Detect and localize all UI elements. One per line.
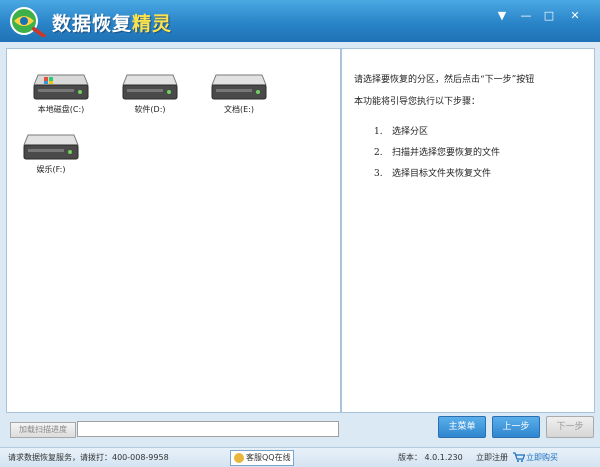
step-text: 扫描并选择您要恢复的文件: [392, 148, 501, 158]
buy-now-link[interactable]: 立即购买: [526, 448, 558, 467]
step-number: 1.: [374, 127, 383, 137]
status-bar: 请求数据恢复服务，请拨打：400-008-9958 客服QQ在线 版本： 4.0…: [0, 447, 600, 467]
maximize-button[interactable]: □: [541, 8, 557, 24]
drive-item-f[interactable]: 娱乐(F:): [11, 129, 91, 189]
app-title-main: 数据恢复: [52, 13, 133, 35]
drive-list-panel: 本地磁盘(C:) 软件(D:) 文档(E:) 娱乐(F:): [6, 48, 341, 413]
qq-icon: [234, 452, 244, 463]
step-item: 2. 扫描并选择您要恢复的文件: [374, 143, 500, 164]
instructions-line-2: 本功能将引导您执行以下步骤：: [354, 97, 481, 107]
app-title: 数据恢复精灵: [52, 9, 172, 36]
drive-item-d[interactable]: 软件(D:): [110, 69, 190, 129]
next-step-button[interactable]: 下一步: [546, 416, 594, 438]
cart-icon: [513, 452, 525, 462]
step-text: 选择分区: [392, 127, 429, 137]
drive-item-e[interactable]: 文档(E:): [199, 69, 279, 129]
main-menu-button[interactable]: 主菜单: [438, 416, 486, 438]
minimize-button[interactable]: —: [518, 8, 534, 24]
instructions-line-1: 请选择要恢复的分区，然后点击“下一步”按钮: [354, 75, 535, 85]
hard-drive-icon: [211, 74, 267, 100]
service-hotline-text: 请求数据恢复服务，请拨打：400-008-9958: [8, 453, 169, 462]
hard-drive-icon: [23, 134, 79, 160]
hard-drive-icon: [122, 74, 178, 100]
step-item: 1. 选择分区: [374, 122, 500, 143]
title-bar[interactable]: 数据恢复精灵 ▼ — □ ✕: [0, 0, 600, 42]
scan-progress-bar: [77, 421, 339, 437]
steps-list: 1. 选择分区 2. 扫描并选择您要恢复的文件 3. 选择目标文件夹恢复文件: [374, 122, 500, 185]
instructions-intro: 请选择要恢复的分区，然后点击“下一步”按钮 本功能将引导您执行以下步骤：: [354, 69, 584, 113]
drive-item-c[interactable]: 本地磁盘(C:): [21, 69, 101, 129]
logo-icon: [10, 7, 46, 37]
drive-label: 软件(D:): [134, 105, 166, 114]
version-text: 版本： 4.0.1.230: [398, 453, 463, 462]
step-text: 选择目标文件夹恢复文件: [392, 169, 492, 179]
drive-label: 文档(E:): [224, 105, 254, 114]
qq-support-button[interactable]: 客服QQ在线: [230, 450, 294, 466]
prev-step-button[interactable]: 上一步: [492, 416, 540, 438]
step-number: 3.: [374, 169, 383, 179]
app-title-accent: 精灵: [132, 13, 173, 35]
load-scan-progress-button[interactable]: 加载扫描进度: [10, 422, 76, 438]
system-drive-icon: [33, 74, 89, 100]
qq-support-label: 客服QQ在线: [246, 453, 291, 462]
drive-label: 本地磁盘(C:): [37, 105, 85, 114]
menu-dropdown-button[interactable]: ▼: [494, 8, 510, 24]
app-window: 数据恢复精灵 ▼ — □ ✕ 本地磁盘(C:) 软件(D:) 文档(E:) 娱乐…: [0, 0, 600, 467]
step-item: 3. 选择目标文件夹恢复文件: [374, 164, 500, 185]
close-button[interactable]: ✕: [567, 8, 583, 24]
register-link[interactable]: 立即注册: [476, 448, 508, 467]
step-number: 2.: [374, 148, 383, 158]
drive-label: 娱乐(F:): [36, 165, 66, 174]
instructions-panel: 请选择要恢复的分区，然后点击“下一步”按钮 本功能将引导您执行以下步骤： 1. 选…: [341, 48, 595, 413]
